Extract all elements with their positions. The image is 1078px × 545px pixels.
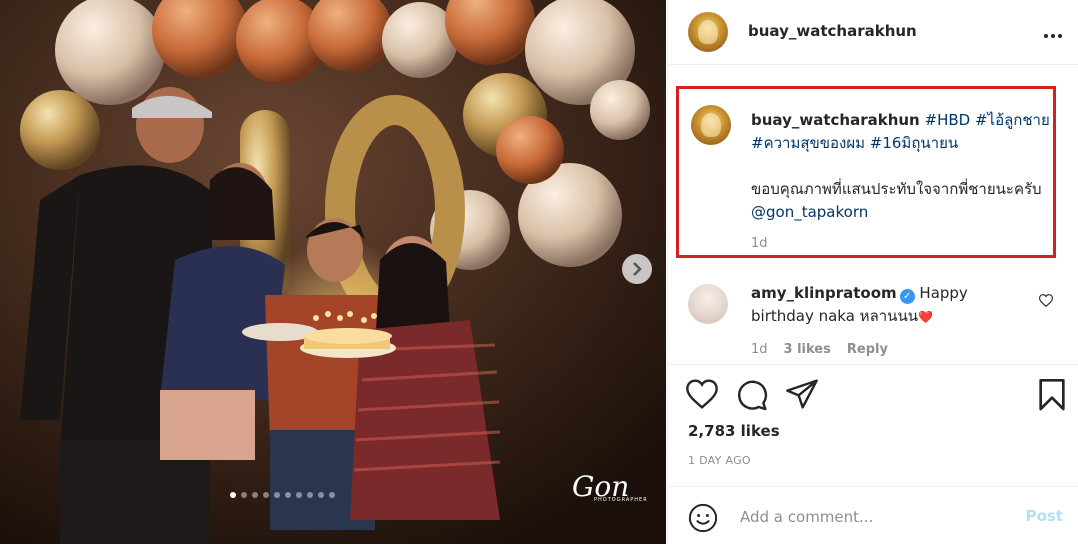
caption-mention[interactable]: @gon_tapakorn	[751, 203, 868, 221]
caption-highlight: buay_watcharakhun #HBD #ไอ้ลูกชาย #ความส…	[676, 86, 1056, 258]
comment-meta: 1d 3 likes Reply	[751, 342, 888, 357]
carousel-dot	[241, 492, 247, 498]
next-photo-button[interactable]	[622, 254, 652, 284]
post-photo[interactable]: Gon PHOTOGRAPHER	[0, 0, 666, 544]
more-horizontal-icon	[1044, 34, 1062, 38]
carousel-dot	[318, 492, 324, 498]
comment-button[interactable]	[736, 379, 768, 415]
caption-username[interactable]: buay_watcharakhun	[751, 111, 920, 129]
post-time: 1 DAY AGO	[688, 454, 751, 467]
share-button[interactable]	[786, 379, 818, 413]
action-bar	[668, 364, 1078, 425]
chevron-right-icon	[633, 262, 642, 276]
caption-hashtags-2[interactable]: #ความสุขของผม #16มิถุนายน	[751, 134, 958, 152]
carousel-dot	[329, 492, 335, 498]
save-button[interactable]	[1038, 379, 1066, 415]
carousel-dot	[307, 492, 313, 498]
carousel-dot	[285, 492, 291, 498]
heart-emoji-icon: ❤️	[917, 310, 933, 324]
carousel-dot	[274, 492, 280, 498]
carousel-dot	[263, 492, 269, 498]
likes-count[interactable]: 2,783 likes	[688, 422, 780, 440]
commenter-avatar[interactable]	[688, 284, 728, 324]
header-username[interactable]: buay_watcharakhun	[748, 22, 917, 40]
bookmark-icon	[1039, 379, 1065, 411]
carousel-dot	[296, 492, 302, 498]
emoji-button[interactable]	[688, 503, 718, 537]
commenter-username[interactable]: amy_klinpratoom	[751, 284, 897, 302]
comment-likes[interactable]: 3 likes	[784, 342, 831, 357]
birthday-photo-image	[0, 0, 666, 544]
comment-composer: Post	[668, 486, 1078, 545]
verified-icon: ✓	[899, 289, 915, 304]
post-sidebar: buay_watcharakhun buay_watcharakhun #HBD…	[667, 0, 1078, 544]
post-header: buay_watcharakhun	[668, 0, 1078, 65]
caption-text: buay_watcharakhun #HBD #ไอ้ลูกชาย #ความส…	[751, 109, 1051, 255]
heart-icon	[1038, 294, 1054, 308]
carousel-indicator	[230, 492, 335, 498]
heart-icon	[686, 379, 718, 409]
carousel-dot	[252, 492, 258, 498]
smiley-icon	[688, 503, 718, 533]
carousel-dot	[230, 492, 236, 498]
comment-icon	[738, 380, 768, 411]
like-button[interactable]	[686, 379, 718, 413]
reply-button[interactable]: Reply	[847, 342, 888, 357]
post-comment-button[interactable]: Post	[1026, 507, 1063, 525]
caption-hashtags[interactable]: #HBD #ไอ้ลูกชาย	[925, 111, 1050, 129]
photographer-watermark: Gon PHOTOGRAPHER	[572, 470, 648, 503]
comment-input[interactable]	[738, 501, 1022, 533]
like-comment-button[interactable]	[1038, 292, 1054, 311]
caption-time: 1d	[751, 236, 768, 251]
caption-body: ขอบคุณภาพที่แสนประทับใจจากพี่ชายนะครับ	[751, 180, 1042, 198]
comment-time: 1d	[751, 342, 768, 357]
more-options-button[interactable]	[1043, 20, 1063, 44]
caption-avatar[interactable]	[691, 105, 731, 145]
paper-plane-icon	[786, 379, 818, 409]
comment-text: amy_klinpratoom ✓ Happy birthday naka หลา…	[751, 282, 991, 329]
avatar[interactable]	[688, 12, 728, 52]
